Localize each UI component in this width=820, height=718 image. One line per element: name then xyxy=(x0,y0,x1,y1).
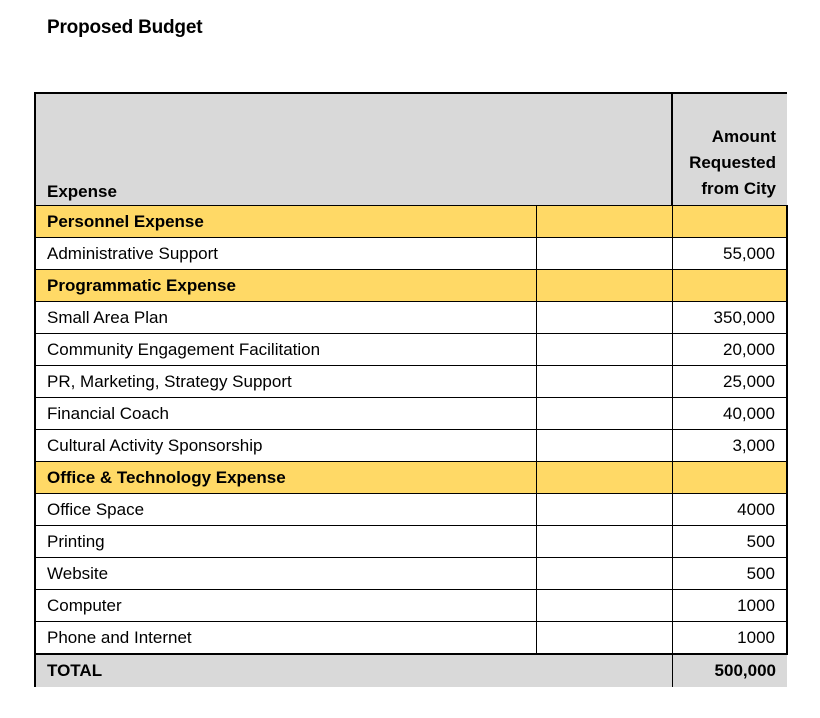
empty-cell xyxy=(535,365,673,398)
empty-cell xyxy=(535,461,673,494)
empty-cell xyxy=(535,621,673,654)
expense-amount: 25,000 xyxy=(671,365,788,398)
empty-cell xyxy=(535,237,673,270)
table-row: Website 500 xyxy=(34,557,788,590)
empty-cell xyxy=(535,557,673,590)
budget-table: Expense Amount Requested from City Perso… xyxy=(34,92,788,687)
expense-amount: 20,000 xyxy=(671,333,788,366)
section-label: Programmatic Expense xyxy=(34,269,536,302)
expense-name: Printing xyxy=(34,525,536,558)
table-row: Administrative Support 55,000 xyxy=(34,237,788,270)
expense-name: Administrative Support xyxy=(34,237,536,270)
empty-cell xyxy=(535,333,673,366)
header-amount-requested: Amount Requested from City xyxy=(671,92,787,206)
expense-name: Phone and Internet xyxy=(34,621,536,654)
expense-amount: 1000 xyxy=(671,589,788,622)
table-row: Printing 500 xyxy=(34,525,788,558)
empty-cell xyxy=(535,589,673,622)
expense-name: Cultural Activity Sponsorship xyxy=(34,429,536,462)
empty-cell xyxy=(535,429,673,462)
expense-name: Computer xyxy=(34,589,536,622)
empty-cell xyxy=(535,493,673,526)
expense-name: PR, Marketing, Strategy Support xyxy=(34,365,536,398)
empty-cell xyxy=(535,301,673,334)
header-amount-line3: from City xyxy=(701,179,776,198)
total-row: TOTAL 500,000 xyxy=(34,653,787,687)
expense-name: Financial Coach xyxy=(34,397,536,430)
section-row-office-technology: Office & Technology Expense xyxy=(34,461,788,494)
empty-cell xyxy=(671,269,788,302)
total-label: TOTAL xyxy=(34,653,672,687)
page-title: Proposed Budget xyxy=(47,17,203,38)
expense-amount: 40,000 xyxy=(671,397,788,430)
total-amount: 500,000 xyxy=(671,653,787,687)
expense-amount: 1000 xyxy=(671,621,788,654)
table-row: Financial Coach 40,000 xyxy=(34,397,788,430)
expense-amount: 500 xyxy=(671,525,788,558)
empty-cell xyxy=(535,397,673,430)
expense-name: Small Area Plan xyxy=(34,301,536,334)
expense-name: Office Space xyxy=(34,493,536,526)
empty-cell xyxy=(535,205,673,238)
expense-amount: 350,000 xyxy=(671,301,788,334)
empty-cell xyxy=(671,461,788,494)
expense-amount: 4000 xyxy=(671,493,788,526)
header-amount-line1: Amount xyxy=(711,127,776,146)
table-header-row: Expense Amount Requested from City xyxy=(34,92,787,206)
expense-amount: 55,000 xyxy=(671,237,788,270)
table-row: Small Area Plan 350,000 xyxy=(34,301,788,334)
table-row: PR, Marketing, Strategy Support 25,000 xyxy=(34,365,788,398)
expense-name: Website xyxy=(34,557,536,590)
table-row: Phone and Internet 1000 xyxy=(34,621,788,654)
table-row: Computer 1000 xyxy=(34,589,788,622)
empty-cell xyxy=(535,525,673,558)
expense-name: Community Engagement Facilitation xyxy=(34,333,536,366)
header-amount-line2: Requested xyxy=(689,153,776,172)
expense-amount: 500 xyxy=(671,557,788,590)
table-row: Cultural Activity Sponsorship 3,000 xyxy=(34,429,788,462)
table-row: Community Engagement Facilitation 20,000 xyxy=(34,333,788,366)
section-label: Personnel Expense xyxy=(34,205,536,238)
table-row: Office Space 4000 xyxy=(34,493,788,526)
expense-amount: 3,000 xyxy=(671,429,788,462)
empty-cell xyxy=(535,269,673,302)
header-expense: Expense xyxy=(34,92,672,206)
section-row-personnel: Personnel Expense xyxy=(34,205,788,238)
section-row-programmatic: Programmatic Expense xyxy=(34,269,788,302)
section-label: Office & Technology Expense xyxy=(34,461,536,494)
empty-cell xyxy=(671,205,788,238)
